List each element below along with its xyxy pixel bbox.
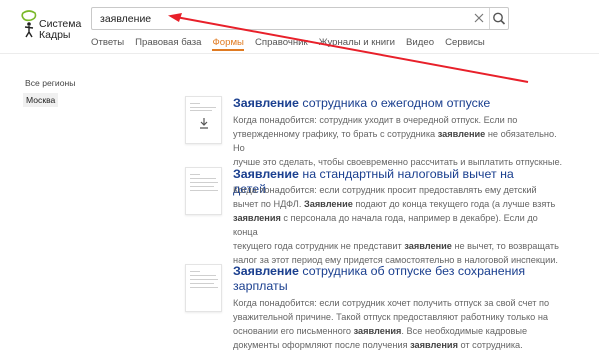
document-thumbnail[interactable] [185, 96, 222, 144]
tab-reference[interactable]: Справочник [255, 37, 308, 51]
main-nav: Ответы Правовая база Формы Справочник Жу… [91, 37, 485, 51]
close-icon[interactable] [472, 11, 486, 25]
tab-legal-base[interactable]: Правовая база [135, 37, 201, 51]
title-keyword: Заявление [233, 264, 299, 278]
description-line: заявления с персонала до начала года, на… [233, 213, 538, 237]
result-description: Когда понадобится: сотрудник уходит в оч… [233, 113, 563, 169]
download-icon [200, 118, 208, 129]
tab-services[interactable]: Сервисы [445, 37, 485, 51]
region-selected[interactable]: Москва [23, 93, 59, 107]
description-line: Когда понадобится: если сотрудник просит… [233, 185, 537, 195]
region-all-link[interactable]: Все регионы [25, 78, 75, 88]
description-line: основании его письменного заявления. Все… [233, 326, 528, 336]
search-input[interactable] [92, 8, 464, 29]
result-description: Когда понадобится: если сотрудник просит… [233, 183, 563, 267]
logo[interactable]: Система Кадры [20, 9, 81, 43]
description-line: Когда понадобится: если сотрудник хочет … [233, 298, 550, 308]
search-separator [489, 8, 490, 29]
title-keyword: Заявление [233, 167, 299, 181]
keyword-highlight: заявления [410, 340, 458, 350]
description-line: уважительной причине. Такой отпуск предо… [233, 312, 549, 322]
keyword-highlight: Заявление [303, 199, 353, 209]
sistema-kadry-logo-icon [21, 10, 37, 38]
tab-video[interactable]: Видео [406, 37, 434, 51]
result-description: Когда понадобится: если сотрудник хочет … [233, 296, 563, 352]
description-line: утвержденному графику, то брать с сотруд… [233, 129, 557, 153]
keyword-highlight: заявления [233, 213, 281, 223]
tab-answers[interactable]: Ответы [91, 37, 124, 51]
logo-line-2: Кадры [39, 29, 71, 41]
description-line: Когда понадобится: сотрудник уходит в оч… [233, 115, 518, 125]
logo-text: Система Кадры [39, 19, 81, 41]
search-icon[interactable] [491, 10, 507, 27]
keyword-highlight: заявление [437, 129, 486, 139]
tab-journals[interactable]: Журналы и книги [319, 37, 395, 51]
document-thumbnail[interactable] [185, 264, 222, 312]
keyword-highlight: заявление [404, 241, 452, 251]
title-keyword: Заявление [233, 96, 299, 110]
result-title[interactable]: Заявление сотрудника об отпуске без сохр… [233, 264, 533, 294]
description-line: документы оформляют после получения заяв… [233, 340, 523, 350]
nav-divider [0, 53, 599, 54]
title-rest: сотрудника о ежегодном отпуске [298, 96, 491, 110]
document-thumbnail[interactable] [185, 167, 222, 215]
search-box [91, 7, 509, 30]
description-line: вычет по НДФЛ. Заявление подают до конца… [233, 199, 556, 209]
result-title[interactable]: Заявление сотрудника о ежегодном отпуске [233, 96, 533, 111]
keyword-highlight: заявления [353, 326, 402, 336]
description-line: текущего года сотрудник не представит за… [233, 241, 559, 251]
tab-forms[interactable]: Формы [212, 37, 244, 51]
